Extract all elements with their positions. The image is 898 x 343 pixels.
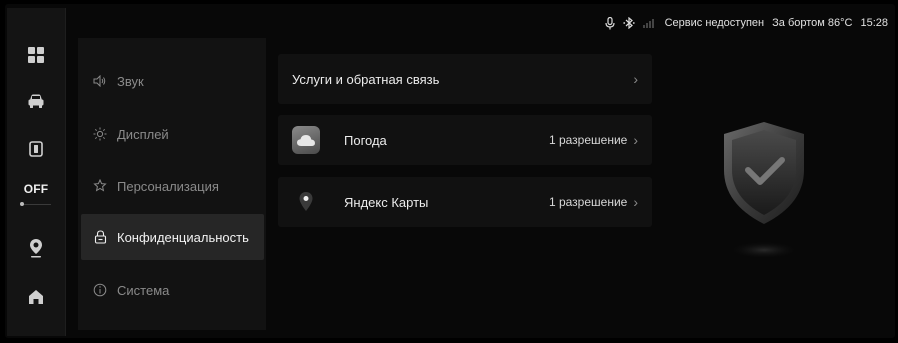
phone-button[interactable] <box>7 138 65 160</box>
apps-grid-button[interactable] <box>7 44 65 66</box>
menu-item-label: Конфиденциальность <box>117 229 249 245</box>
clock: 15:28 <box>860 17 888 29</box>
menu-item-privacy[interactable]: Конфиденциальность <box>81 214 264 260</box>
bluetooth-icon[interactable] <box>622 17 635 29</box>
permissions-count: 1 разрешение <box>548 195 628 209</box>
permissions-count: 1 разрешение <box>548 133 628 147</box>
vehicle-button[interactable] <box>7 90 65 112</box>
status-bar: Сервис недоступен За бортом 86°C 15:28 <box>597 14 888 32</box>
phone-icon <box>29 141 43 157</box>
home-button[interactable] <box>7 286 65 308</box>
privacy-shield-icon <box>716 118 812 273</box>
services-feedback-row[interactable]: Услуги и обратная связь › <box>278 54 652 104</box>
climate-off-label: OFF <box>23 182 49 196</box>
brightness-icon <box>92 127 108 141</box>
settings-menu: Звук Дисплей Персонализация Конфиденциал… <box>78 38 266 330</box>
outside-temperature: За бортом 86°C <box>772 17 853 29</box>
fan-level-dot <box>20 202 24 206</box>
system-info-icon <box>92 283 108 297</box>
yandex-maps-icon <box>292 188 320 216</box>
permissions-link[interactable]: 1 разрешение › <box>549 132 638 148</box>
permissions-link[interactable]: 1 разрешение › <box>549 194 638 210</box>
chevron-right-icon: › <box>633 132 638 148</box>
service-status-text: Сервис недоступен <box>664 17 765 29</box>
chevron-right-icon: › <box>633 71 638 87</box>
menu-item-personalization[interactable]: Персонализация <box>81 163 264 209</box>
weather-cloud-icon <box>292 126 320 154</box>
left-rail: OFF <box>7 8 66 336</box>
climate-off-button[interactable]: OFF <box>7 182 65 212</box>
app-row-weather[interactable]: Погода 1 разрешение › <box>278 115 652 165</box>
sound-icon <box>92 75 108 87</box>
menu-item-label: Система <box>117 282 170 298</box>
menu-item-display[interactable]: Дисплей <box>81 111 264 157</box>
app-row-yandex-maps[interactable]: Яндекс Карты 1 разрешение › <box>278 177 652 227</box>
services-feedback-title: Услуги и обратная связь <box>292 71 440 87</box>
signal-icon <box>642 18 657 28</box>
app-name: Яндекс Карты <box>344 194 429 210</box>
privacy-lock-icon <box>92 230 108 244</box>
menu-item-label: Персонализация <box>117 178 219 194</box>
navigation-pin-icon <box>30 239 42 258</box>
navigation-button[interactable] <box>7 236 65 260</box>
microphone-icon[interactable] <box>604 16 615 30</box>
menu-item-sound[interactable]: Звук <box>81 58 264 104</box>
fan-level-bar <box>21 204 51 205</box>
personalization-icon <box>92 179 108 193</box>
app-name: Погода <box>344 132 387 148</box>
menu-item-label: Звук <box>117 73 144 89</box>
apps-grid-icon <box>28 47 44 63</box>
home-icon <box>29 290 43 304</box>
car-icon <box>28 94 44 108</box>
menu-item-system[interactable]: Система <box>81 267 264 313</box>
menu-item-label: Дисплей <box>117 126 169 142</box>
chevron-right-icon: › <box>633 194 638 210</box>
